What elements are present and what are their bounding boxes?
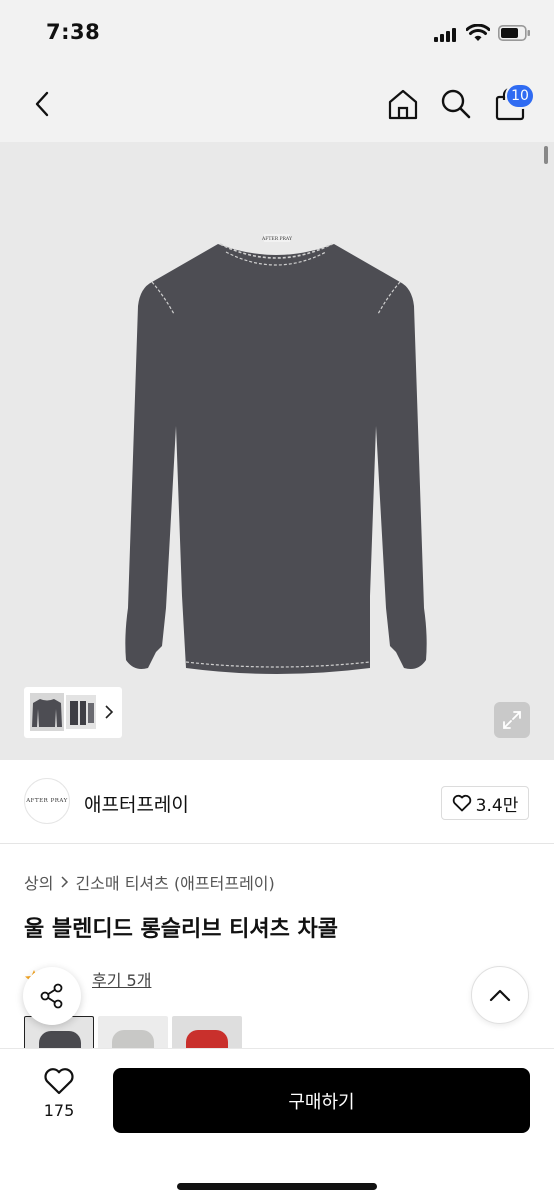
scroll-top-button[interactable] <box>471 966 529 1024</box>
product-image-gallery[interactable]: AFTER PRAY <box>0 142 554 760</box>
thumbnail-flat-image <box>70 701 94 725</box>
thumbnail-front[interactable] <box>30 693 64 731</box>
bottom-action-bar: 175 구매하기 <box>0 1048 554 1200</box>
swatch-red[interactable] <box>172 1016 242 1050</box>
expand-icon <box>503 711 521 729</box>
gallery-thumbnails[interactable] <box>24 687 122 738</box>
expand-image-button[interactable] <box>494 702 530 738</box>
wifi-icon <box>466 24 490 41</box>
brand-like-button[interactable]: 3.4만 <box>441 786 529 820</box>
share-button[interactable] <box>23 967 81 1025</box>
battery-icon <box>498 25 530 41</box>
thumbnail-flat[interactable] <box>66 695 96 729</box>
swatch-gray[interactable] <box>98 1016 168 1050</box>
share-icon <box>40 983 63 1009</box>
back-button[interactable] <box>20 66 64 142</box>
brand-name[interactable]: 애프터프레이 <box>84 790 189 817</box>
home-indicator <box>177 1183 377 1190</box>
home-icon <box>388 89 418 120</box>
swatch-red-image <box>186 1030 228 1050</box>
shirt-label: AFTER PRAY <box>261 236 293 242</box>
chevron-right-icon <box>61 876 69 888</box>
wishlist-button[interactable]: 175 <box>24 1067 94 1151</box>
brand-like-count: 3.4만 <box>475 795 519 816</box>
heart-icon <box>44 1068 74 1095</box>
product-title: 울 블렌디드 롱슬리브 티셔츠 차콜 <box>24 917 338 942</box>
buy-button[interactable]: 구매하기 <box>113 1068 530 1133</box>
signal-icon <box>434 28 456 42</box>
status-bar: 7:38 <box>0 0 554 66</box>
product-image-shirt: AFTER PRAY <box>125 234 427 674</box>
brand-logo[interactable]: AFTER PRAY <box>24 778 70 824</box>
review-link[interactable]: 후기 5개 <box>92 967 151 991</box>
search-button[interactable] <box>434 66 478 142</box>
swatch-gray-image <box>112 1030 154 1050</box>
wishlist-count: 175 <box>43 1101 75 1120</box>
breadcrumb-category[interactable]: 상의 <box>24 870 53 894</box>
top-nav <box>0 66 554 142</box>
breadcrumb-subcategory[interactable]: 긴소매 티셔츠 (애프터프레이) <box>75 870 274 894</box>
heart-icon <box>452 794 471 812</box>
brand-row: AFTER PRAY 애프터프레이 3.4만 <box>0 760 554 844</box>
home-button[interactable] <box>381 66 425 142</box>
cart-count-badge: 10 <box>505 83 535 109</box>
status-time: 7:38 <box>46 20 101 44</box>
breadcrumb: 상의 긴소매 티셔츠 (애프터프레이) <box>24 870 275 894</box>
scroll-indicator <box>544 146 548 164</box>
thumbnail-shirt-image <box>32 699 62 727</box>
chevron-right-icon[interactable] <box>102 702 116 722</box>
chevron-up-icon <box>489 989 511 1002</box>
chevron-left-icon <box>35 91 49 117</box>
search-icon <box>441 89 471 119</box>
